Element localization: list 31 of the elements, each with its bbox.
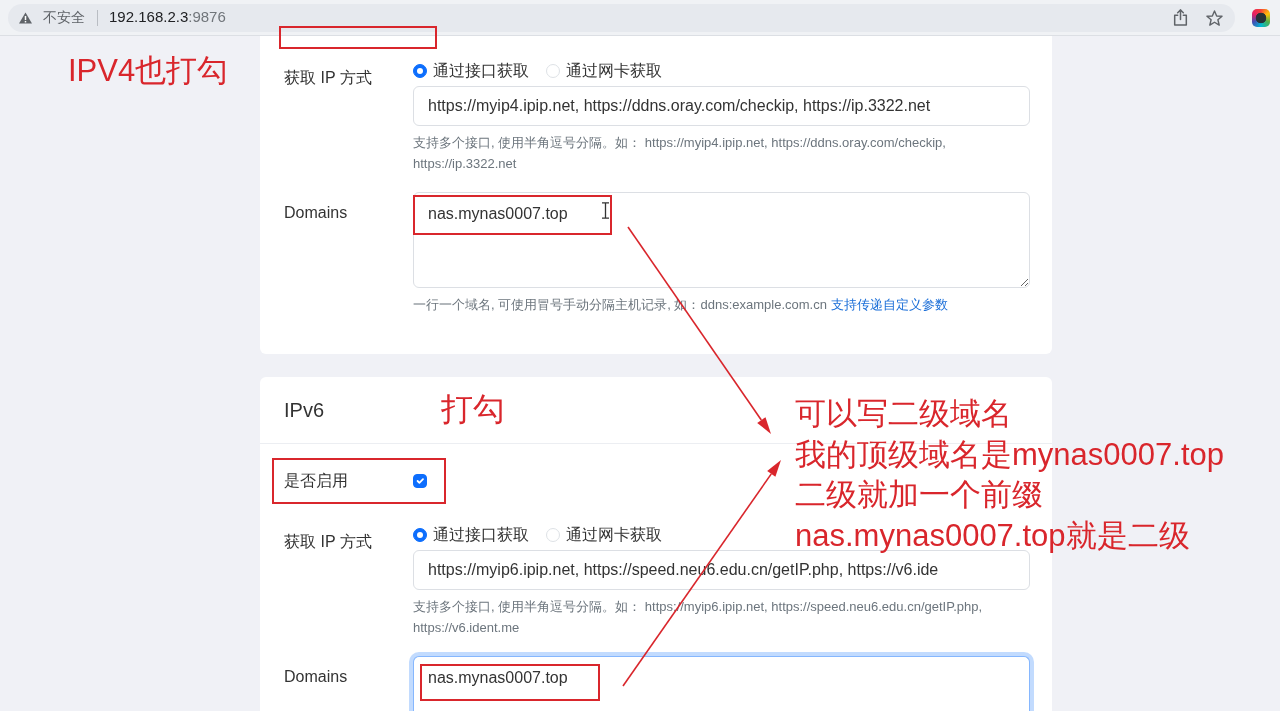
help-link[interactable]: 支持传递自定义参数 xyxy=(830,297,948,312)
field-label: 是否启用 xyxy=(284,471,349,491)
avatar-icon xyxy=(1252,8,1270,27)
radio-button[interactable] xyxy=(413,528,427,542)
address-bar[interactable]: 不安全 192.168.2.3:9876 xyxy=(8,3,1235,32)
url-text: 192.168.2.3:9876 xyxy=(109,7,226,28)
section-title: IPv6 xyxy=(284,398,325,423)
checkbox[interactable] xyxy=(413,474,427,488)
annotation-note: IPV4也打勾 xyxy=(68,52,229,90)
field-label: Domains xyxy=(284,667,349,687)
url-input-field[interactable]: https://myip4.ipip.net, https://ddns.oray.com/checkip, https://ip.3322.net xyxy=(413,86,1030,126)
radio-label[interactable]: 通过网卡获取 xyxy=(566,523,662,547)
radio-label[interactable]: 通过接口获取 xyxy=(433,523,529,547)
radio-label[interactable]: 通过接口获取 xyxy=(433,59,529,83)
profile-button[interactable] xyxy=(1252,8,1270,27)
bookmark-button[interactable] xyxy=(1206,9,1223,26)
share-button[interactable] xyxy=(1173,9,1188,26)
text-cursor-icon xyxy=(602,202,609,219)
field-label: 获取 IP 方式 xyxy=(284,532,373,552)
share-icon xyxy=(1173,9,1188,26)
field-label: Domains xyxy=(284,203,349,223)
field-label: 获取 IP 方式 xyxy=(284,68,373,88)
radio-label[interactable]: 通过网卡获取 xyxy=(566,59,662,83)
domains-field[interactable]: nas.mynas0007.top xyxy=(413,192,1030,288)
domains-field[interactable]: nas.mynas0007.top xyxy=(413,656,1030,711)
help-text: 支持多个接口, 使用半角逗号分隔。如： https://myip4.ipip.net, https://ddns.oray.com/checkip, https://ip.3322.net xyxy=(413,135,946,171)
star-icon xyxy=(1206,9,1223,26)
security-status[interactable]: 不安全 xyxy=(43,7,85,28)
radio-button[interactable] xyxy=(413,64,427,78)
annotation-note: 打勾 xyxy=(441,392,506,428)
warning-icon xyxy=(19,11,32,24)
